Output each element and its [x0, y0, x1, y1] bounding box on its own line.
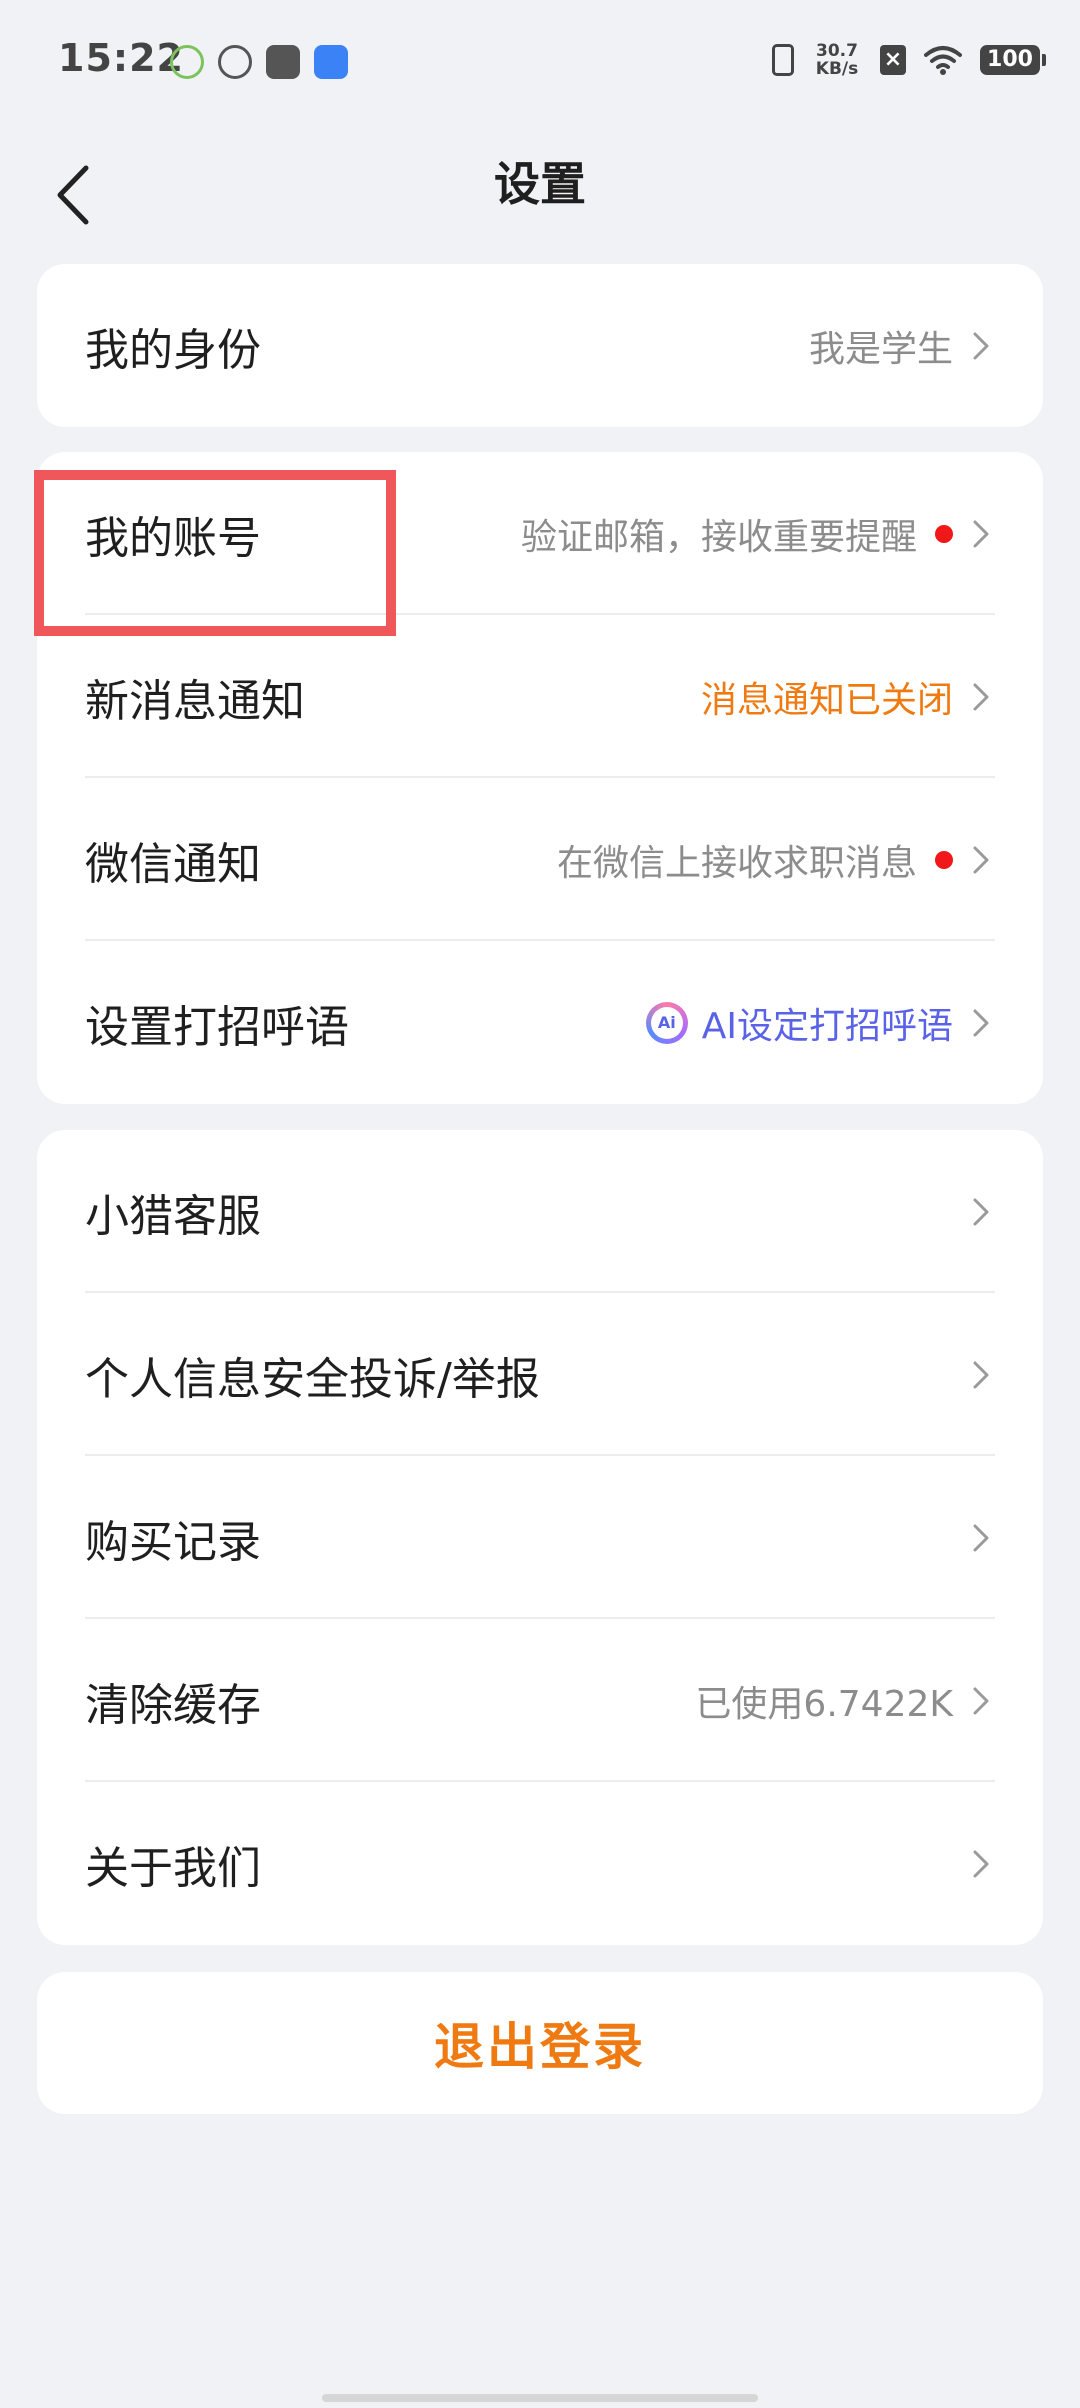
row-label: 我的账号 — [85, 512, 261, 564]
chevron-right-icon — [973, 683, 989, 710]
row-wechat-notification[interactable]: 微信通知 在微信上接收求职消息 — [37, 778, 1043, 941]
notification-icons — [170, 45, 348, 79]
row-my-account[interactable]: 我的账号 验证邮箱，接收重要提醒 — [37, 452, 1043, 615]
chevron-right-icon — [973, 1198, 989, 1225]
row-greeting-setting[interactable]: 设置打招呼语 Ai AI设定打招呼语 — [37, 941, 1043, 1104]
row-value: 已使用6.7422K — [695, 1683, 953, 1725]
header: 设置 — [0, 120, 1080, 260]
chevron-right-icon — [973, 1687, 989, 1714]
row-about-us[interactable]: 关于我们 — [37, 1782, 1043, 1945]
home-indicator[interactable] — [322, 2394, 758, 2402]
row-label: 微信通知 — [85, 838, 261, 890]
row-purchase-records[interactable]: 购买记录 — [37, 1456, 1043, 1619]
row-label: 关于我们 — [85, 1842, 261, 1894]
chevron-right-icon — [973, 1009, 989, 1036]
ai-badge-text: Ai — [650, 1006, 683, 1039]
logout-button[interactable]: 退出登录 — [37, 1972, 1043, 2114]
row-label: 小猎客服 — [85, 1190, 261, 1242]
red-dot-badge — [935, 850, 953, 869]
row-privacy-complaint[interactable]: 个人信息安全投诉/举报 — [37, 1293, 1043, 1456]
row-label: 清除缓存 — [85, 1679, 261, 1731]
chevron-right-icon — [973, 1361, 989, 1388]
row-label: 购买记录 — [85, 1516, 261, 1568]
battery-indicator: 100 — [980, 45, 1046, 75]
row-value: 我是学生 — [808, 328, 953, 370]
net-speed-unit: KB/s — [815, 59, 859, 79]
ai-icon: Ai — [645, 1001, 688, 1044]
row-value: 在微信上接收求职消息 — [556, 842, 917, 884]
vibrate-icon — [772, 44, 794, 76]
qq-notification-icon — [170, 45, 204, 79]
net-speed-value: 30.7 — [816, 41, 858, 61]
row-clear-cache[interactable]: 清除缓存 已使用6.7422K — [37, 1619, 1043, 1782]
logout-label: 退出登录 — [434, 2018, 646, 2076]
chevron-right-icon — [973, 332, 989, 359]
notification-card: 我的账号 验证邮箱，接收重要提醒 新消息通知 消息通知已关闭 微信通知 在微信上… — [37, 452, 1043, 1104]
red-dot-badge — [935, 524, 953, 543]
row-value: 消息通知已关闭 — [700, 679, 953, 721]
status-time: 15:22 — [58, 36, 184, 80]
status-right-icons: 30.7 KB/s × 100 — [772, 42, 1046, 78]
app-blue-notification-icon — [314, 45, 348, 79]
chevron-right-icon — [973, 1850, 989, 1877]
row-label: 新消息通知 — [85, 675, 305, 727]
chevron-right-icon — [973, 1524, 989, 1551]
identity-card: 我的身份 我是学生 — [37, 264, 1043, 427]
status-bar: 15:22 30.7 KB/s × 100 — [0, 0, 1080, 120]
net-speed: 30.7 KB/s — [812, 42, 862, 78]
chevron-right-icon — [973, 520, 989, 547]
app-notification-icon — [218, 45, 252, 79]
row-customer-service[interactable]: 小猎客服 — [37, 1130, 1043, 1293]
row-new-message-notification[interactable]: 新消息通知 消息通知已关闭 — [37, 615, 1043, 778]
wifi-icon — [924, 45, 962, 75]
chevron-right-icon — [973, 846, 989, 873]
row-my-identity[interactable]: 我的身份 我是学生 — [37, 264, 1043, 427]
vivo-notification-icon — [266, 45, 300, 79]
row-value: 验证邮箱，接收重要提醒 — [520, 516, 917, 558]
row-label: 我的身份 — [85, 324, 261, 376]
misc-card: 小猎客服 个人信息安全投诉/举报 购买记录 清除缓存 已使用6.7422K 关于… — [37, 1130, 1043, 1945]
page-title: 设置 — [494, 157, 586, 211]
row-label: 设置打招呼语 — [85, 1001, 349, 1053]
row-label: 个人信息安全投诉/举报 — [85, 1353, 540, 1405]
row-value: AI设定打招呼语 — [701, 1005, 953, 1047]
no-sim-icon: × — [880, 45, 906, 75]
